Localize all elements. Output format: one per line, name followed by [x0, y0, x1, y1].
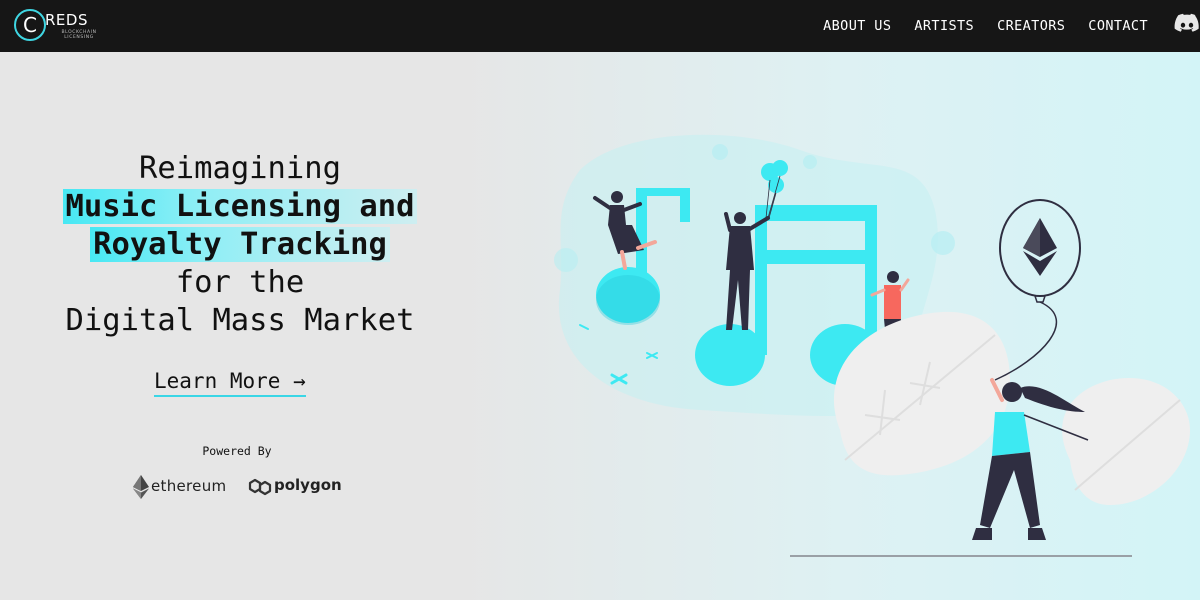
polygon-logo[interactable]: polygon — [248, 475, 342, 499]
bubble — [931, 231, 955, 255]
nav-artists[interactable]: ARTISTS — [914, 18, 974, 34]
hero-headline: Reimagining Music Licensing and Royalty … — [0, 150, 480, 340]
ethereum-logo[interactable]: ethereum — [133, 475, 233, 499]
discord-icon[interactable] — [1174, 13, 1200, 35]
logo-letter: C — [14, 9, 46, 41]
ethereum-balloon — [994, 199, 1081, 381]
headline-line-1: Reimagining — [139, 151, 341, 186]
polygon-wordmark: polygon — [274, 476, 342, 494]
polygon-icon — [248, 478, 272, 496]
logo-word: REDS — [45, 11, 88, 29]
bubble — [803, 155, 817, 169]
headline-line-2: Music Licensing and — [0, 188, 480, 226]
headline-highlight-2: Royalty Tracking — [90, 227, 390, 262]
bubble — [712, 144, 728, 160]
headline-line-4: for the — [175, 265, 305, 300]
nav-about-us[interactable]: ABOUT US — [823, 18, 891, 34]
nav-creators[interactable]: CREATORS — [997, 18, 1065, 34]
creds-logo[interactable]: C REDS BLOCKCHAIN LICENSING — [14, 6, 104, 46]
hero-illustration — [554, 134, 1190, 557]
nav-contact[interactable]: CONTACT — [1088, 18, 1148, 34]
ethereum-wordmark: ethereum — [151, 477, 227, 495]
headline-line-5: Digital Mass Market — [65, 303, 415, 338]
nav-links: ABOUT US ARTISTS CREATORS CONTACT — [823, 0, 1148, 52]
powered-by-label: Powered By — [202, 444, 272, 458]
bubble — [554, 248, 578, 272]
headline-highlight-1: Music Licensing and — [62, 189, 418, 224]
learn-more-link[interactable]: Learn More → — [154, 369, 306, 397]
decorative-leaves — [833, 311, 1190, 505]
headline-line-3: Royalty Tracking — [0, 226, 480, 264]
top-nav: C REDS BLOCKCHAIN LICENSING ABOUT US ART… — [0, 0, 1200, 52]
ethereum-icon — [133, 475, 149, 499]
logo-tagline: BLOCKCHAIN LICENSING — [61, 30, 97, 40]
